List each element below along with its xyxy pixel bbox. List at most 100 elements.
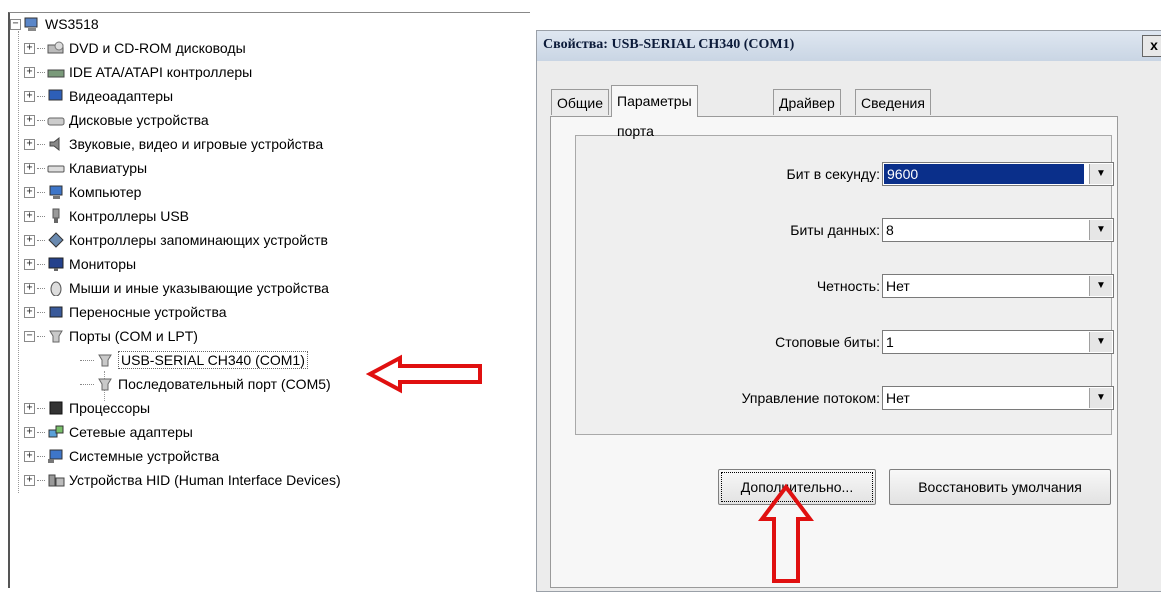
expand-icon[interactable]: + [24, 450, 35, 462]
monitor-icon [47, 256, 65, 272]
tree-category[interactable]: + Видеоадаптеры [24, 85, 173, 107]
dialog-titlebar[interactable]: Свойства: USB-SERIAL CH340 (COM1) x [537, 31, 1161, 61]
port-icon [47, 328, 65, 344]
tree-category[interactable]: + DVD и CD-ROM дисководы [24, 37, 246, 59]
dialog-title: Свойства: USB-SERIAL CH340 (COM1) [543, 37, 795, 52]
expand-icon[interactable]: + [24, 138, 35, 150]
tree-item-label: Видеоадаптеры [69, 88, 174, 104]
tree-category[interactable]: + Дисковые устройства [24, 109, 209, 131]
tree-root[interactable]: − WS3518 [10, 13, 99, 35]
tree-connector [37, 335, 45, 337]
tree-category[interactable]: + Устройства HID (Human Interface Devices… [24, 469, 341, 491]
tab-details[interactable]: Сведения [855, 89, 931, 115]
tree-item-label: Последовательный порт (COM5) [118, 376, 331, 392]
tree-connector [37, 311, 45, 313]
tree-category[interactable]: + Контроллеры USB [24, 205, 189, 227]
tree-connector [80, 359, 94, 361]
tree-item-label: Мыши и иные указывающие устройства [69, 280, 329, 296]
dropdown-arrow-icon[interactable]: ▼ [1089, 332, 1112, 352]
baud-rate-select[interactable]: 9600 ▼ [882, 162, 1114, 186]
speaker-icon [47, 136, 65, 152]
tree-category[interactable]: + Звуковые, видео и игровые устройства [24, 133, 323, 155]
expand-icon[interactable]: + [24, 162, 35, 174]
tree-category[interactable]: + Контроллеры запоминающих устройств [24, 229, 328, 251]
tree-category[interactable]: + Мониторы [24, 253, 136, 275]
close-button[interactable]: x [1142, 35, 1161, 57]
baud-rate-label: Бит в секунду: [786, 166, 881, 182]
properties-dialog: Свойства: USB-SERIAL CH340 (COM1) x Общи… [536, 30, 1161, 592]
computer-icon [47, 184, 65, 200]
tree-item-label: Процессоры [69, 400, 151, 416]
expand-icon[interactable]: + [24, 186, 35, 198]
flow-control-value: Нет [886, 390, 910, 406]
portable-device-icon [47, 304, 65, 320]
expand-icon[interactable]: + [24, 210, 35, 222]
port-icon [96, 352, 114, 368]
expand-icon[interactable]: + [24, 234, 35, 246]
data-bits-value: 8 [886, 222, 894, 238]
expand-icon[interactable]: + [24, 426, 35, 438]
expand-icon[interactable]: + [24, 258, 35, 270]
dropdown-arrow-icon[interactable]: ▼ [1089, 388, 1112, 408]
tree-connector [37, 95, 45, 97]
tree-category[interactable]: + Переносные устройства [24, 301, 227, 323]
tree-device[interactable]: USB-SERIAL CH340 (COM1) [80, 349, 308, 371]
tree-item-label: Мониторы [69, 256, 137, 272]
tree-connector [37, 407, 45, 409]
expand-icon[interactable]: + [24, 282, 35, 294]
tree-category[interactable]: + Процессоры [24, 397, 150, 419]
data-bits-label: Биты данных: [790, 222, 880, 238]
parity-select[interactable]: Нет ▼ [882, 274, 1114, 298]
tree-connector [37, 431, 45, 433]
baud-rate-value: 9600 [884, 164, 1084, 184]
tree-category[interactable]: − Порты (COM и LPT) [24, 325, 198, 347]
tree-connector [18, 31, 19, 493]
tree-connector [37, 455, 45, 457]
ide-controller-icon [47, 64, 65, 80]
expand-icon[interactable]: + [24, 402, 35, 414]
tree-category[interactable]: + Системные устройства [24, 445, 219, 467]
tree-connector [37, 167, 45, 169]
stop-bits-value: 1 [886, 334, 894, 350]
tree-device[interactable]: Последовательный порт (COM5) [80, 373, 331, 395]
collapse-icon[interactable]: − [24, 330, 35, 342]
expand-icon[interactable]: + [24, 66, 35, 78]
port-icon [96, 376, 114, 392]
disk-drive-icon [47, 112, 65, 128]
tree-item-label: Системные устройства [69, 448, 220, 464]
tree-item-label: Клавиатуры [69, 160, 148, 176]
parity-value: Нет [886, 278, 910, 294]
expand-icon[interactable]: + [24, 114, 35, 126]
expand-icon[interactable]: + [24, 42, 35, 54]
tree-category[interactable]: + Клавиатуры [24, 157, 147, 179]
data-bits-select[interactable]: 8 ▼ [882, 218, 1114, 242]
flow-control-label: Управление потоком: [741, 390, 880, 406]
keyboard-icon [47, 160, 65, 176]
dropdown-arrow-icon[interactable]: ▼ [1089, 220, 1112, 240]
hid-icon [47, 472, 65, 488]
collapse-icon[interactable]: − [10, 18, 21, 30]
flow-control-select[interactable]: Нет ▼ [882, 386, 1114, 410]
tab-general[interactable]: Общие [551, 89, 610, 115]
tree-item-label: DVD и CD-ROM дисководы [69, 40, 246, 56]
tree-category[interactable]: + IDE ATA/ATAPI контроллеры [24, 61, 252, 83]
stop-bits-select[interactable]: 1 ▼ [882, 330, 1114, 354]
dropdown-arrow-icon[interactable]: ▼ [1089, 164, 1112, 184]
computer-icon [23, 16, 41, 32]
dropdown-arrow-icon[interactable]: ▼ [1089, 276, 1112, 296]
tree-item-label: Порты (COM и LPT) [69, 328, 198, 344]
parity-label: Четность: [816, 278, 880, 294]
tab-driver[interactable]: Драйвер [773, 89, 841, 115]
up-arrow-icon [758, 483, 814, 583]
expand-icon[interactable]: + [24, 90, 35, 102]
restore-defaults-button[interactable]: Восстановить умолчания [889, 469, 1111, 505]
tree-category[interactable]: + Компьютер [24, 181, 141, 203]
tree-category[interactable]: + Мыши и иные указывающие устройства [24, 277, 329, 299]
expand-icon[interactable]: + [24, 306, 35, 318]
tree-connector [37, 215, 45, 217]
tree-connector [37, 191, 45, 193]
expand-icon[interactable]: + [24, 474, 35, 486]
tab-port-settings[interactable]: Параметры порта [611, 85, 698, 139]
tree-category[interactable]: + Сетевые адаптеры [24, 421, 193, 443]
tree-connector [80, 383, 94, 385]
